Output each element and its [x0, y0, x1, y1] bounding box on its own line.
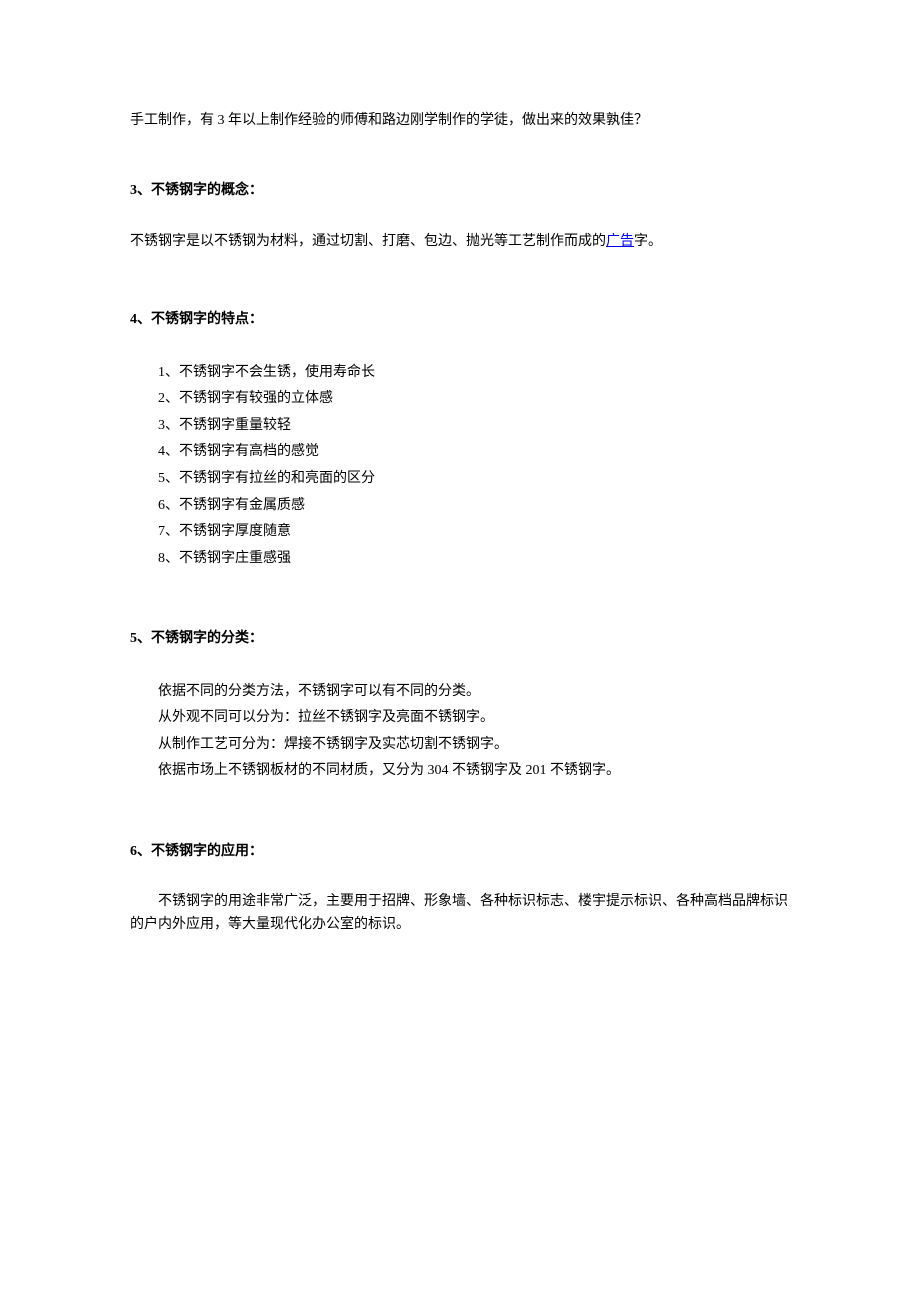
- ad-link[interactable]: 广告: [606, 234, 634, 249]
- heading-concept: 3、不锈钢字的概念：: [130, 180, 790, 202]
- heading-features: 4、不锈钢字的特点：: [130, 309, 790, 331]
- intro-text: 手工制作，有 3 年以上制作经验的师傅和路边刚学制作的学徒，做出来的效果孰佳？: [130, 113, 648, 128]
- classification-line: 从外观不同可以分为：拉丝不锈钢字及亮面不锈钢字。: [158, 705, 790, 732]
- concept-text-before: 不锈钢字是以不锈钢为材料，通过切割、打磨、包边、抛光等工艺制作而成的: [130, 234, 606, 249]
- feature-list: 1、不锈钢字不会生锈，使用寿命长 2、不锈钢字有较强的立体感 3、不锈钢字重量较…: [130, 360, 790, 573]
- heading-classification: 5、不锈钢字的分类：: [130, 628, 790, 650]
- feature-item: 4、不锈钢字有高档的感觉: [158, 439, 790, 466]
- feature-item: 1、不锈钢字不会生锈，使用寿命长: [158, 360, 790, 387]
- application-text: 不锈钢字的用途非常广泛，主要用于招牌、形象墙、各种标识标志、楼宇提示标识、各种高…: [130, 894, 788, 931]
- feature-item: 5、不锈钢字有拉丝的和亮面的区分: [158, 466, 790, 493]
- concept-body: 不锈钢字是以不锈钢为材料，通过切割、打磨、包边、抛光等工艺制作而成的广告字。: [130, 231, 790, 253]
- section-features: 4、不锈钢字的特点： 1、不锈钢字不会生锈，使用寿命长 2、不锈钢字有较强的立体…: [130, 309, 790, 572]
- classification-body: 依据不同的分类方法，不锈钢字可以有不同的分类。 从外观不同可以分为：拉丝不锈钢字…: [130, 679, 790, 785]
- feature-item: 3、不锈钢字重量较轻: [158, 413, 790, 440]
- concept-text-after: 字。: [634, 234, 662, 249]
- intro-paragraph: 手工制作，有 3 年以上制作经验的师傅和路边刚学制作的学徒，做出来的效果孰佳？: [130, 110, 790, 132]
- classification-line: 依据市场上不锈钢板材的不同材质，又分为 304 不锈钢字及 201 不锈钢字。: [158, 758, 790, 785]
- feature-item: 8、不锈钢字庄重感强: [158, 546, 790, 573]
- section-application: 6、不锈钢字的应用： 不锈钢字的用途非常广泛，主要用于招牌、形象墙、各种标识标志…: [130, 841, 790, 936]
- classification-line: 从制作工艺可分为：焊接不锈钢字及实芯切割不锈钢字。: [158, 732, 790, 759]
- feature-item: 2、不锈钢字有较强的立体感: [158, 386, 790, 413]
- section-classification: 5、不锈钢字的分类： 依据不同的分类方法，不锈钢字可以有不同的分类。 从外观不同…: [130, 628, 790, 785]
- heading-application: 6、不锈钢字的应用：: [130, 841, 790, 863]
- section-concept: 3、不锈钢字的概念： 不锈钢字是以不锈钢为材料，通过切割、打磨、包边、抛光等工艺…: [130, 180, 790, 253]
- feature-item: 6、不锈钢字有金属质感: [158, 493, 790, 520]
- classification-line: 依据不同的分类方法，不锈钢字可以有不同的分类。: [158, 679, 790, 706]
- feature-item: 7、不锈钢字厚度随意: [158, 519, 790, 546]
- application-body: 不锈钢字的用途非常广泛，主要用于招牌、形象墙、各种标识标志、楼宇提示标识、各种高…: [130, 891, 790, 936]
